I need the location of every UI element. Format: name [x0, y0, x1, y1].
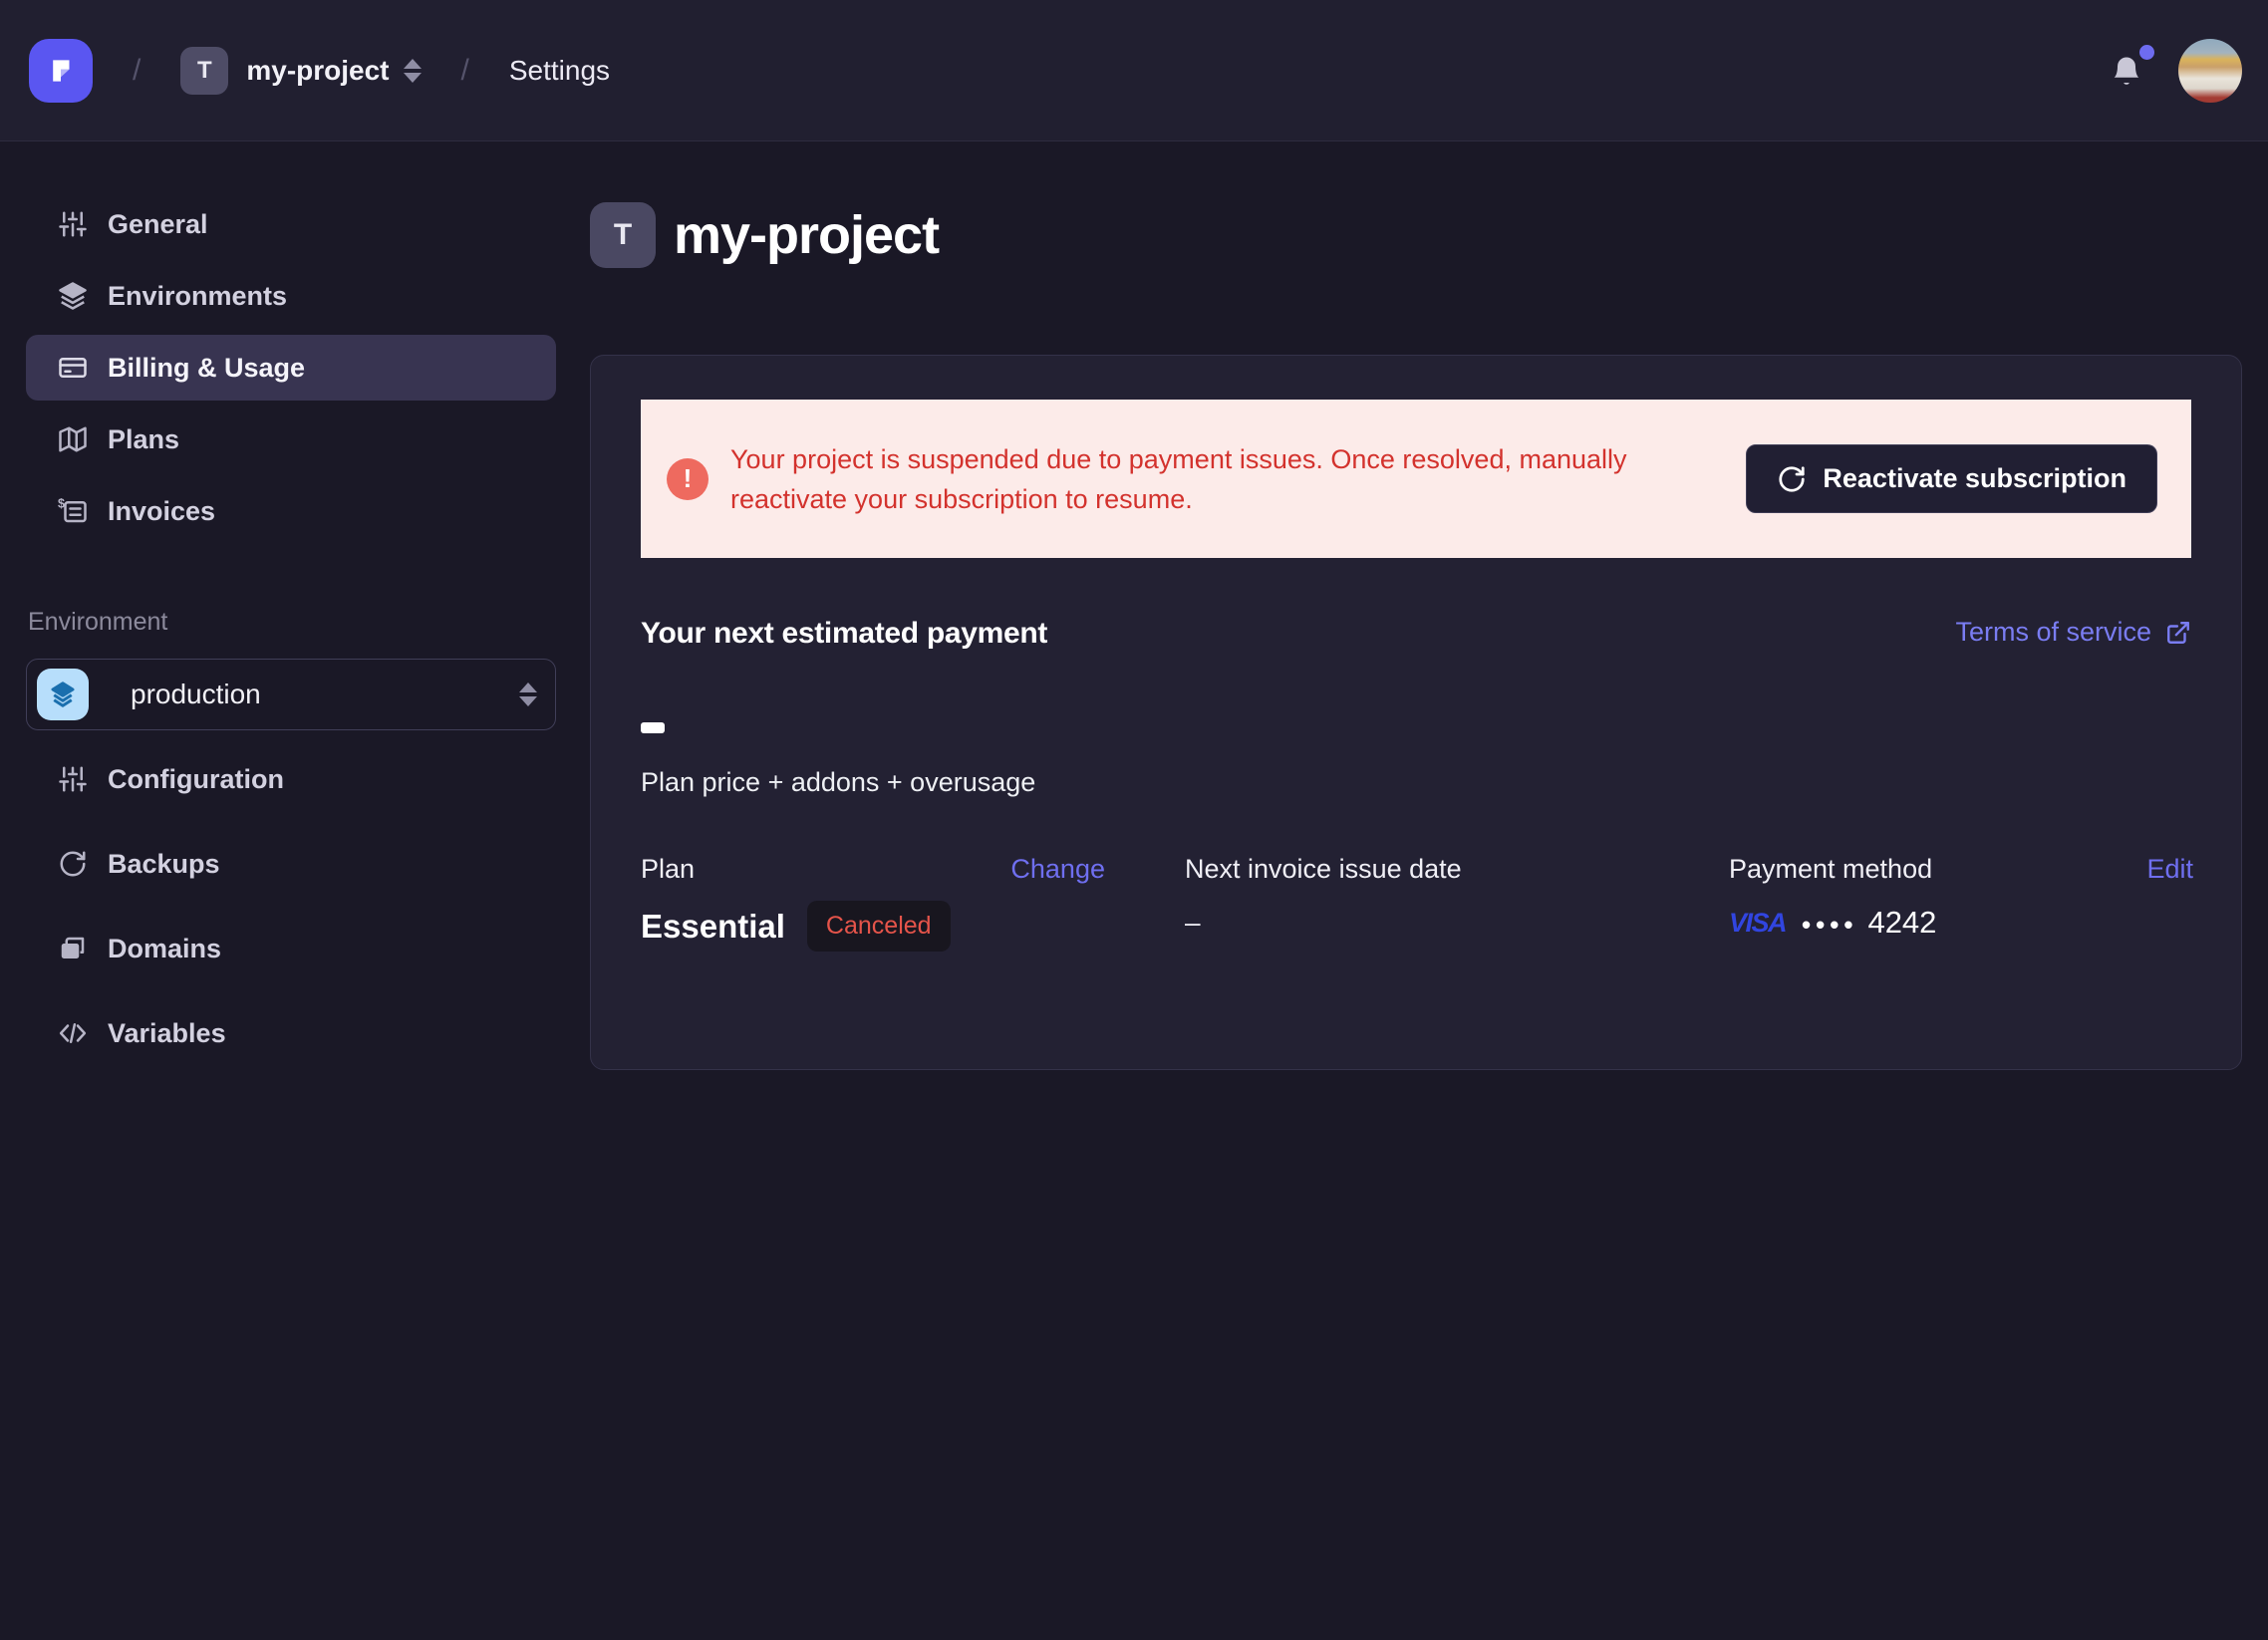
map-icon: [57, 424, 89, 454]
sidebar-item-label: Domains: [108, 934, 221, 964]
next-payment-heading: Your next estimated payment: [641, 617, 1047, 651]
settings-sidebar: General Environments Billing & Usage: [0, 141, 556, 1640]
breadcrumb-settings[interactable]: Settings: [509, 55, 610, 87]
sliders-icon: [57, 209, 89, 239]
reactivate-button-label: Reactivate subscription: [1823, 463, 2126, 494]
project-initial-badge: T: [590, 202, 656, 268]
plan-label: Plan: [641, 854, 695, 885]
sidebar-item-general[interactable]: General: [26, 191, 556, 257]
rotate-icon: [57, 849, 89, 879]
svg-text:$: $: [58, 496, 65, 510]
sidebar-item-label: Billing & Usage: [108, 353, 305, 384]
next-invoice-label: Next invoice issue date: [1185, 854, 1462, 885]
sidebar-item-label: General: [108, 209, 208, 240]
edit-payment-method-link[interactable]: Edit: [2146, 854, 2193, 885]
selected-environment: production: [131, 679, 261, 710]
main-content: T my-project ! Your project is suspended…: [556, 141, 2268, 1640]
plan-column: Plan Change Essential Canceled: [641, 854, 1105, 952]
alert-message: Your project is suspended due to payment…: [730, 439, 1712, 519]
sidebar-item-invoices[interactable]: $ Invoices: [26, 478, 556, 544]
terms-of-service-link[interactable]: Terms of service: [1955, 617, 2191, 648]
sidebar-item-label: Configuration: [108, 764, 284, 795]
amount-description: Plan price + addons + overusage: [641, 767, 2191, 798]
change-plan-link[interactable]: Change: [1010, 854, 1105, 885]
environment-layers-icon: [37, 669, 89, 720]
sidebar-item-configuration[interactable]: Configuration: [26, 746, 556, 812]
sidebar-item-label: Backups: [108, 849, 220, 880]
stack-icon: [57, 934, 89, 963]
sliders-icon: [57, 764, 89, 794]
sidebar-item-billing-usage[interactable]: Billing & Usage: [26, 335, 556, 401]
sidebar-item-label: Environments: [108, 281, 287, 312]
sidebar-item-domains[interactable]: Domains: [26, 916, 556, 981]
plan-status-badge: Canceled: [807, 901, 951, 952]
breadcrumb-project-name[interactable]: my-project: [246, 55, 389, 87]
rotate-icon: [1777, 464, 1807, 494]
sidebar-item-plans[interactable]: Plans: [26, 407, 556, 472]
external-link-icon: [2165, 620, 2191, 646]
user-avatar[interactable]: [2178, 39, 2242, 103]
visa-logo: VISA: [1729, 908, 1786, 939]
sidebar-item-label: Plans: [108, 424, 179, 455]
page-title: my-project: [674, 204, 939, 266]
bell-icon: [2109, 53, 2144, 89]
sidebar-item-environments[interactable]: Environments: [26, 263, 556, 329]
environment-chevrons-icon: [519, 683, 537, 706]
environment-selector[interactable]: production: [26, 659, 556, 730]
alert-exclamation-icon: !: [667, 458, 709, 500]
next-invoice-value: –: [1185, 907, 1649, 939]
payment-method-column: Payment method Edit VISA •••• 4242: [1729, 854, 2193, 952]
project-switcher-chevrons-icon[interactable]: [404, 59, 422, 83]
suspension-alert: ! Your project is suspended due to payme…: [641, 400, 2191, 558]
next-invoice-column: Next invoice issue date –: [1185, 854, 1649, 952]
notification-dot: [2139, 45, 2154, 60]
terms-link-label: Terms of service: [1955, 617, 2151, 648]
billing-card: ! Your project is suspended due to payme…: [590, 355, 2242, 1070]
environment-section-label: Environment: [28, 608, 556, 637]
project-initial-badge: T: [180, 47, 228, 95]
card-last4: 4242: [1867, 905, 1936, 941]
sidebar-item-variables[interactable]: Variables: [26, 1000, 556, 1066]
estimated-amount-placeholder: -: [641, 722, 665, 733]
topbar: / T my-project / Settings: [0, 0, 2268, 141]
flag-logo-icon: [44, 54, 78, 88]
breadcrumb-separator: /: [133, 54, 141, 88]
plan-name: Essential: [641, 908, 785, 946]
sidebar-item-label: Variables: [108, 1018, 226, 1049]
code-icon: [57, 1018, 89, 1048]
sidebar-item-backups[interactable]: Backups: [26, 831, 556, 897]
layers-icon: [57, 281, 89, 311]
app-logo[interactable]: [29, 39, 93, 103]
sidebar-item-label: Invoices: [108, 496, 215, 527]
breadcrumb-separator: /: [461, 54, 469, 88]
reactivate-subscription-button[interactable]: Reactivate subscription: [1746, 444, 2157, 513]
invoice-icon: $: [57, 496, 89, 526]
credit-card-icon: [57, 353, 89, 383]
card-number-dots: ••••: [1802, 910, 1857, 941]
payment-method-label: Payment method: [1729, 854, 1932, 885]
notifications-button[interactable]: [2109, 53, 2144, 89]
